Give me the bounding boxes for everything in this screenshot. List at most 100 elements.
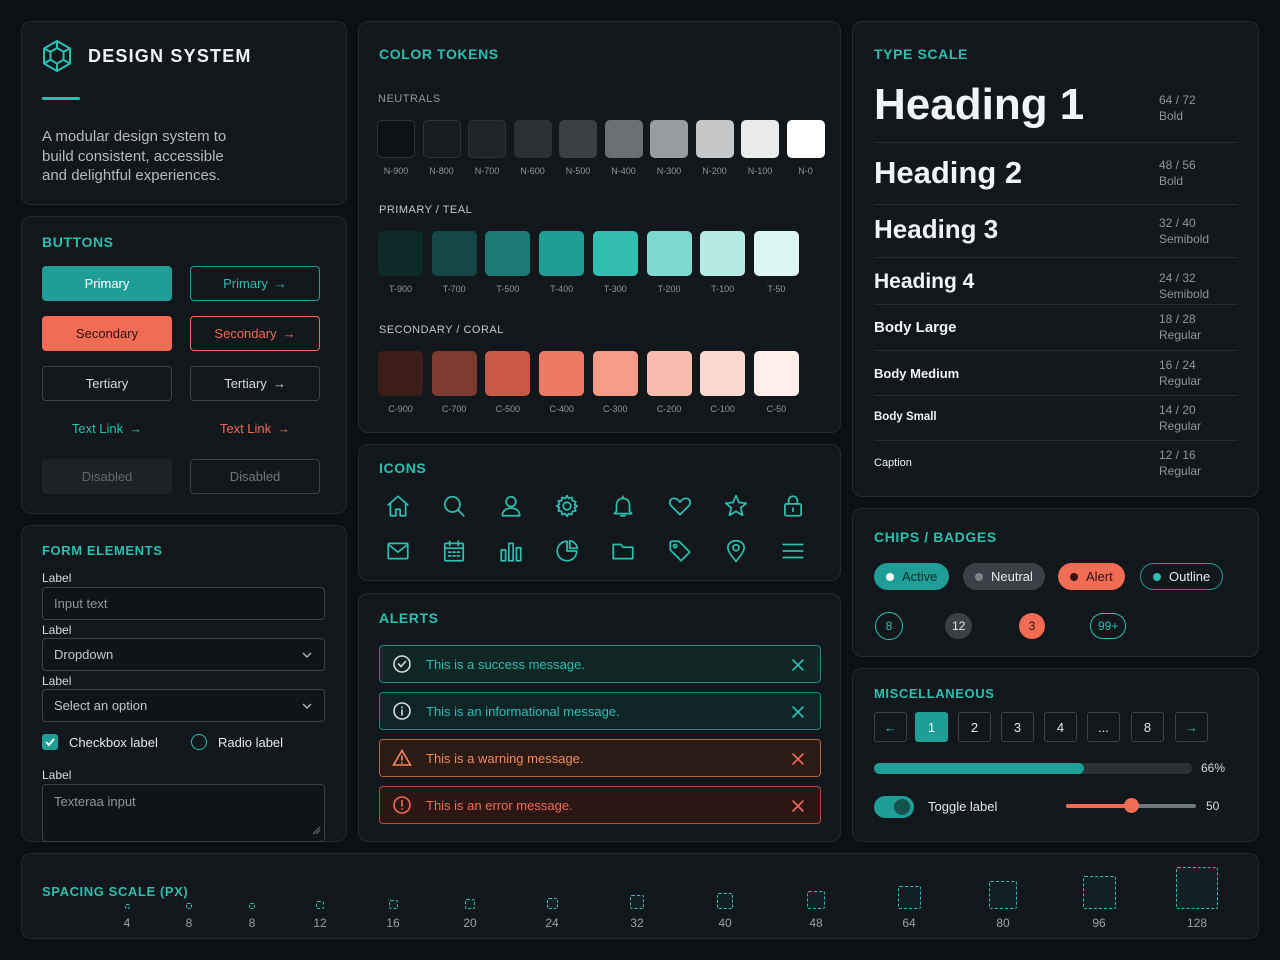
swatch-c-500[interactable]: [485, 351, 531, 396]
primary-outline-button[interactable]: Primary →: [190, 266, 320, 301]
chip-neutral[interactable]: Neutral: [963, 563, 1045, 590]
map-pin-icon[interactable]: [723, 538, 749, 564]
textarea-input[interactable]: Texteraa input: [42, 784, 325, 842]
type-weight: Regular: [1159, 464, 1202, 478]
pagination-page[interactable]: 1: [915, 712, 948, 742]
option-select[interactable]: Select an option: [42, 689, 325, 722]
heart-icon[interactable]: [667, 493, 693, 519]
swatch-n-0[interactable]: [786, 120, 825, 158]
radio-label: Radio label: [218, 735, 284, 750]
toggle-knob: [894, 799, 910, 815]
swatch-n-600[interactable]: [513, 120, 552, 158]
folder-icon[interactable]: [610, 538, 636, 564]
swatch-n-500[interactable]: [559, 120, 597, 158]
text-link-coral[interactable]: Text Link →: [190, 411, 320, 446]
swatch-n-700[interactable]: [468, 120, 506, 158]
calendar-icon[interactable]: [441, 538, 467, 564]
swatch-c-300[interactable]: [592, 351, 638, 396]
dropdown-select[interactable]: Dropdown: [42, 638, 325, 671]
tertiary-outline-button[interactable]: Tertiary →: [190, 366, 320, 401]
spacing-box: [1176, 867, 1218, 909]
pagination-page[interactable]: 8: [1131, 712, 1164, 742]
swatch-t-700[interactable]: [431, 231, 477, 276]
lock-icon[interactable]: [780, 493, 806, 519]
swatch-label: T-400: [550, 284, 574, 294]
swatch-c-400[interactable]: [539, 351, 585, 396]
swatch-label: T-200: [657, 284, 681, 294]
swatch-c-50[interactable]: [753, 351, 799, 396]
spacing-label: 32: [630, 916, 644, 930]
swatch-label: N-500: [565, 166, 591, 176]
disabled-button: Disabled: [42, 459, 172, 494]
text-link-teal[interactable]: Text Link →: [42, 411, 172, 446]
mail-icon[interactable]: [385, 538, 411, 564]
search-icon[interactable]: [441, 493, 467, 519]
badge-count: 3: [1019, 613, 1045, 639]
toggle-switch[interactable]: [874, 796, 914, 818]
swatch-n-100[interactable]: [741, 120, 779, 158]
close-icon[interactable]: [788, 655, 808, 675]
slider-track[interactable]: [1066, 798, 1196, 813]
swatch-t-200[interactable]: [646, 231, 692, 276]
swatch-c-900[interactable]: [378, 351, 423, 396]
text-input[interactable]: Input text: [42, 587, 325, 620]
primary-button[interactable]: Primary: [42, 266, 172, 301]
status-dot: [886, 572, 894, 581]
chip-alert[interactable]: Alert: [1058, 563, 1125, 590]
swatch-n-200[interactable]: [695, 120, 734, 158]
pagination-next-button[interactable]: →: [1175, 712, 1208, 742]
spacing-box: [388, 900, 398, 909]
swatch-c-700[interactable]: [431, 351, 477, 396]
secondary-button[interactable]: Secondary: [42, 316, 172, 351]
resize-handle-icon[interactable]: [311, 823, 321, 838]
home-icon[interactable]: [385, 493, 411, 519]
close-icon[interactable]: [788, 749, 808, 769]
pie-chart-icon[interactable]: [554, 538, 580, 564]
swatch-t-100[interactable]: [700, 231, 746, 276]
swatch-c-200[interactable]: [646, 351, 692, 396]
swatch-t-50[interactable]: [753, 231, 799, 276]
info-circle-icon: [392, 701, 412, 721]
swatch-n-300[interactable]: [650, 120, 688, 158]
gear-icon[interactable]: [554, 493, 580, 519]
slider-thumb[interactable]: [1124, 798, 1139, 813]
star-icon[interactable]: [723, 493, 749, 519]
tertiary-button[interactable]: Tertiary: [42, 366, 172, 401]
tertiary-button-label: Tertiary: [85, 376, 129, 391]
chip-outline-label: Outline: [1169, 569, 1211, 584]
pagination-page[interactable]: 4: [1044, 712, 1077, 742]
pagination-page[interactable]: 3: [1001, 712, 1034, 742]
chips-title: CHIPS / BADGES: [874, 529, 997, 545]
swatch-c-100[interactable]: [700, 351, 746, 396]
swatch-t-900[interactable]: [378, 231, 423, 276]
pagination-page[interactable]: 2: [958, 712, 991, 742]
checkbox[interactable]: [42, 734, 58, 750]
bar-chart-icon[interactable]: [498, 538, 524, 564]
user-icon[interactable]: [498, 493, 524, 519]
type-meta-body-small: 14 / 20 Regular: [1159, 402, 1201, 434]
chip-active[interactable]: Active: [874, 563, 950, 590]
close-icon[interactable]: [788, 796, 808, 816]
bell-icon[interactable]: [610, 493, 636, 519]
close-icon[interactable]: [788, 702, 808, 722]
swatch-t-300[interactable]: [592, 231, 638, 276]
tag-icon[interactable]: [667, 538, 693, 564]
swatch-t-400[interactable]: [539, 231, 585, 276]
menu-icon[interactable]: [780, 538, 806, 564]
buttons-title: BUTTONS: [42, 234, 114, 250]
misc-title: MISCELLANEOUS: [874, 686, 995, 701]
primary-button-label: Primary: [84, 276, 130, 291]
swatch-n-400[interactable]: [604, 120, 643, 158]
radio-button[interactable]: [191, 734, 207, 750]
swatch-t-500[interactable]: [485, 231, 531, 276]
status-dot: [975, 572, 983, 581]
spacing-panel: SPACING SCALE (PX) 4 8 8 12 16 20 24 32 40 48 64 80…: [21, 853, 1259, 939]
swatch-n-900[interactable]: [377, 120, 415, 158]
type-weight: Regular: [1159, 328, 1202, 342]
type-scale-panel: TYPE SCALE Heading 1 64 / 72 Bold Heading…: [852, 21, 1259, 497]
checkbox-label: Checkbox label: [69, 735, 158, 750]
chip-outline[interactable]: Outline: [1140, 563, 1224, 590]
swatch-n-800[interactable]: [422, 120, 461, 158]
pagination-prev-button[interactable]: ←: [874, 712, 907, 742]
secondary-outline-button[interactable]: Secondary →: [190, 316, 320, 351]
